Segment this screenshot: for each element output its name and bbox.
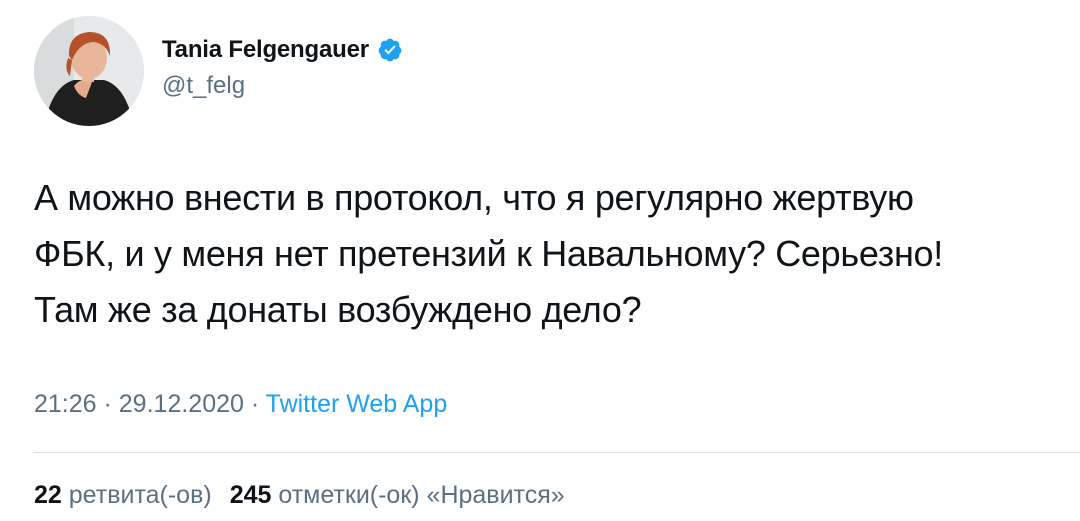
tweet-stats: 22 ретвита(-ов) 245 отметки(-ок) «Нравитс… bbox=[34, 481, 565, 510]
meta-separator: · bbox=[96, 390, 119, 418]
tweet-text: А можно внести в протокол, что я регуляр… bbox=[34, 170, 1064, 338]
tweet-meta: 21:26 · 29.12.2020 · Twitter Web App bbox=[34, 390, 447, 419]
author-block: Tania Felgengauer @t_felg bbox=[162, 36, 403, 100]
tweet-source-link[interactable]: Twitter Web App bbox=[266, 390, 448, 418]
likes-label: отметки(-ок) «Нравится» bbox=[278, 481, 565, 509]
likes-count: 245 bbox=[229, 481, 272, 509]
likes-stat[interactable]: 245 отметки(-ок) «Нравится» bbox=[230, 481, 565, 509]
name-row: Tania Felgengauer bbox=[162, 36, 403, 64]
meta-separator: · bbox=[243, 390, 266, 418]
verified-badge-icon bbox=[377, 37, 403, 63]
retweets-label: ретвита(-ов) bbox=[68, 481, 212, 509]
tweet-line: ФБК, и у меня нет претензий к Навальному… bbox=[34, 233, 943, 274]
retweets-stat[interactable]: 22 ретвита(-ов) bbox=[34, 481, 212, 509]
divider bbox=[34, 452, 1080, 453]
display-name[interactable]: Tania Felgengauer bbox=[162, 36, 369, 64]
tweet-time[interactable]: 21:26 bbox=[34, 390, 97, 418]
handle[interactable]: @t_felg bbox=[162, 72, 403, 100]
tweet-line: А можно внести в протокол, что я регуляр… bbox=[34, 177, 914, 218]
retweets-count: 22 bbox=[34, 481, 62, 509]
avatar-image bbox=[34, 16, 144, 126]
tweet-card: Tania Felgengauer @t_felg А можно внести… bbox=[0, 0, 1080, 521]
tweet-line: Там же за донаты возбуждено дело? bbox=[34, 289, 642, 330]
tweet-date[interactable]: 29.12.2020 bbox=[119, 390, 244, 418]
avatar[interactable] bbox=[34, 16, 144, 126]
